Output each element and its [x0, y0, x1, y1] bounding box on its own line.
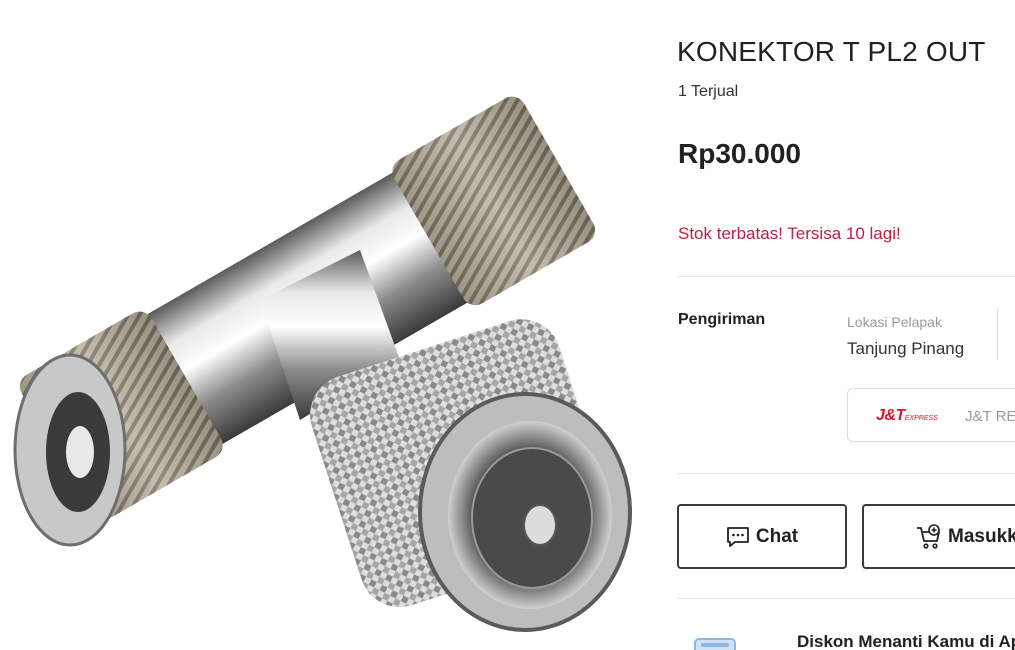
- product-page: KONEKTOR T PL2 OUT 1 Terjual Rp30.000 St…: [0, 0, 1015, 650]
- app-promo-icon: [691, 633, 751, 650]
- chat-button[interactable]: Chat: [677, 504, 847, 569]
- shipping-label: Pengiriman: [678, 311, 766, 328]
- app-promo-text[interactable]: Diskon Menanti Kamu di Aplikasi: [797, 632, 1015, 650]
- cart-plus-icon: [916, 524, 942, 550]
- divider: [997, 308, 998, 360]
- sold-count: 1 Terjual: [678, 83, 739, 100]
- product-title: KONEKTOR T PL2 OUT: [677, 36, 986, 67]
- courier-logo-sub: EXPRESS: [904, 415, 938, 422]
- product-info-panel: KONEKTOR T PL2 OUT 1 Terjual Rp30.000 St…: [677, 0, 1015, 650]
- courier-logo: J&TEXPRESS: [876, 407, 938, 425]
- location-value: Tanjung Pinang: [847, 339, 965, 358]
- divider: [677, 276, 1015, 277]
- chat-bubble-icon: [726, 526, 750, 548]
- courier-name: J&T REG: [965, 408, 1015, 425]
- add-to-cart-button[interactable]: Masukkan Keranjang: [862, 504, 1015, 569]
- stock-warning: Stok terbatas! Tersisa 10 lagi!: [678, 224, 901, 243]
- cart-label: Masukkan Keranjang: [948, 525, 1015, 547]
- divider: [677, 473, 1015, 474]
- t-connector-illustration: [13, 96, 632, 632]
- courier-logo-text: J&T: [876, 407, 905, 424]
- divider: [677, 598, 1015, 599]
- courier-option[interactable]: J&TEXPRESS J&T REG: [847, 388, 1015, 442]
- chat-label: Chat: [755, 525, 799, 547]
- location-caption: Lokasi Pelapak: [847, 314, 942, 330]
- product-image[interactable]: [0, 0, 650, 650]
- product-price: Rp30.000: [678, 138, 801, 169]
